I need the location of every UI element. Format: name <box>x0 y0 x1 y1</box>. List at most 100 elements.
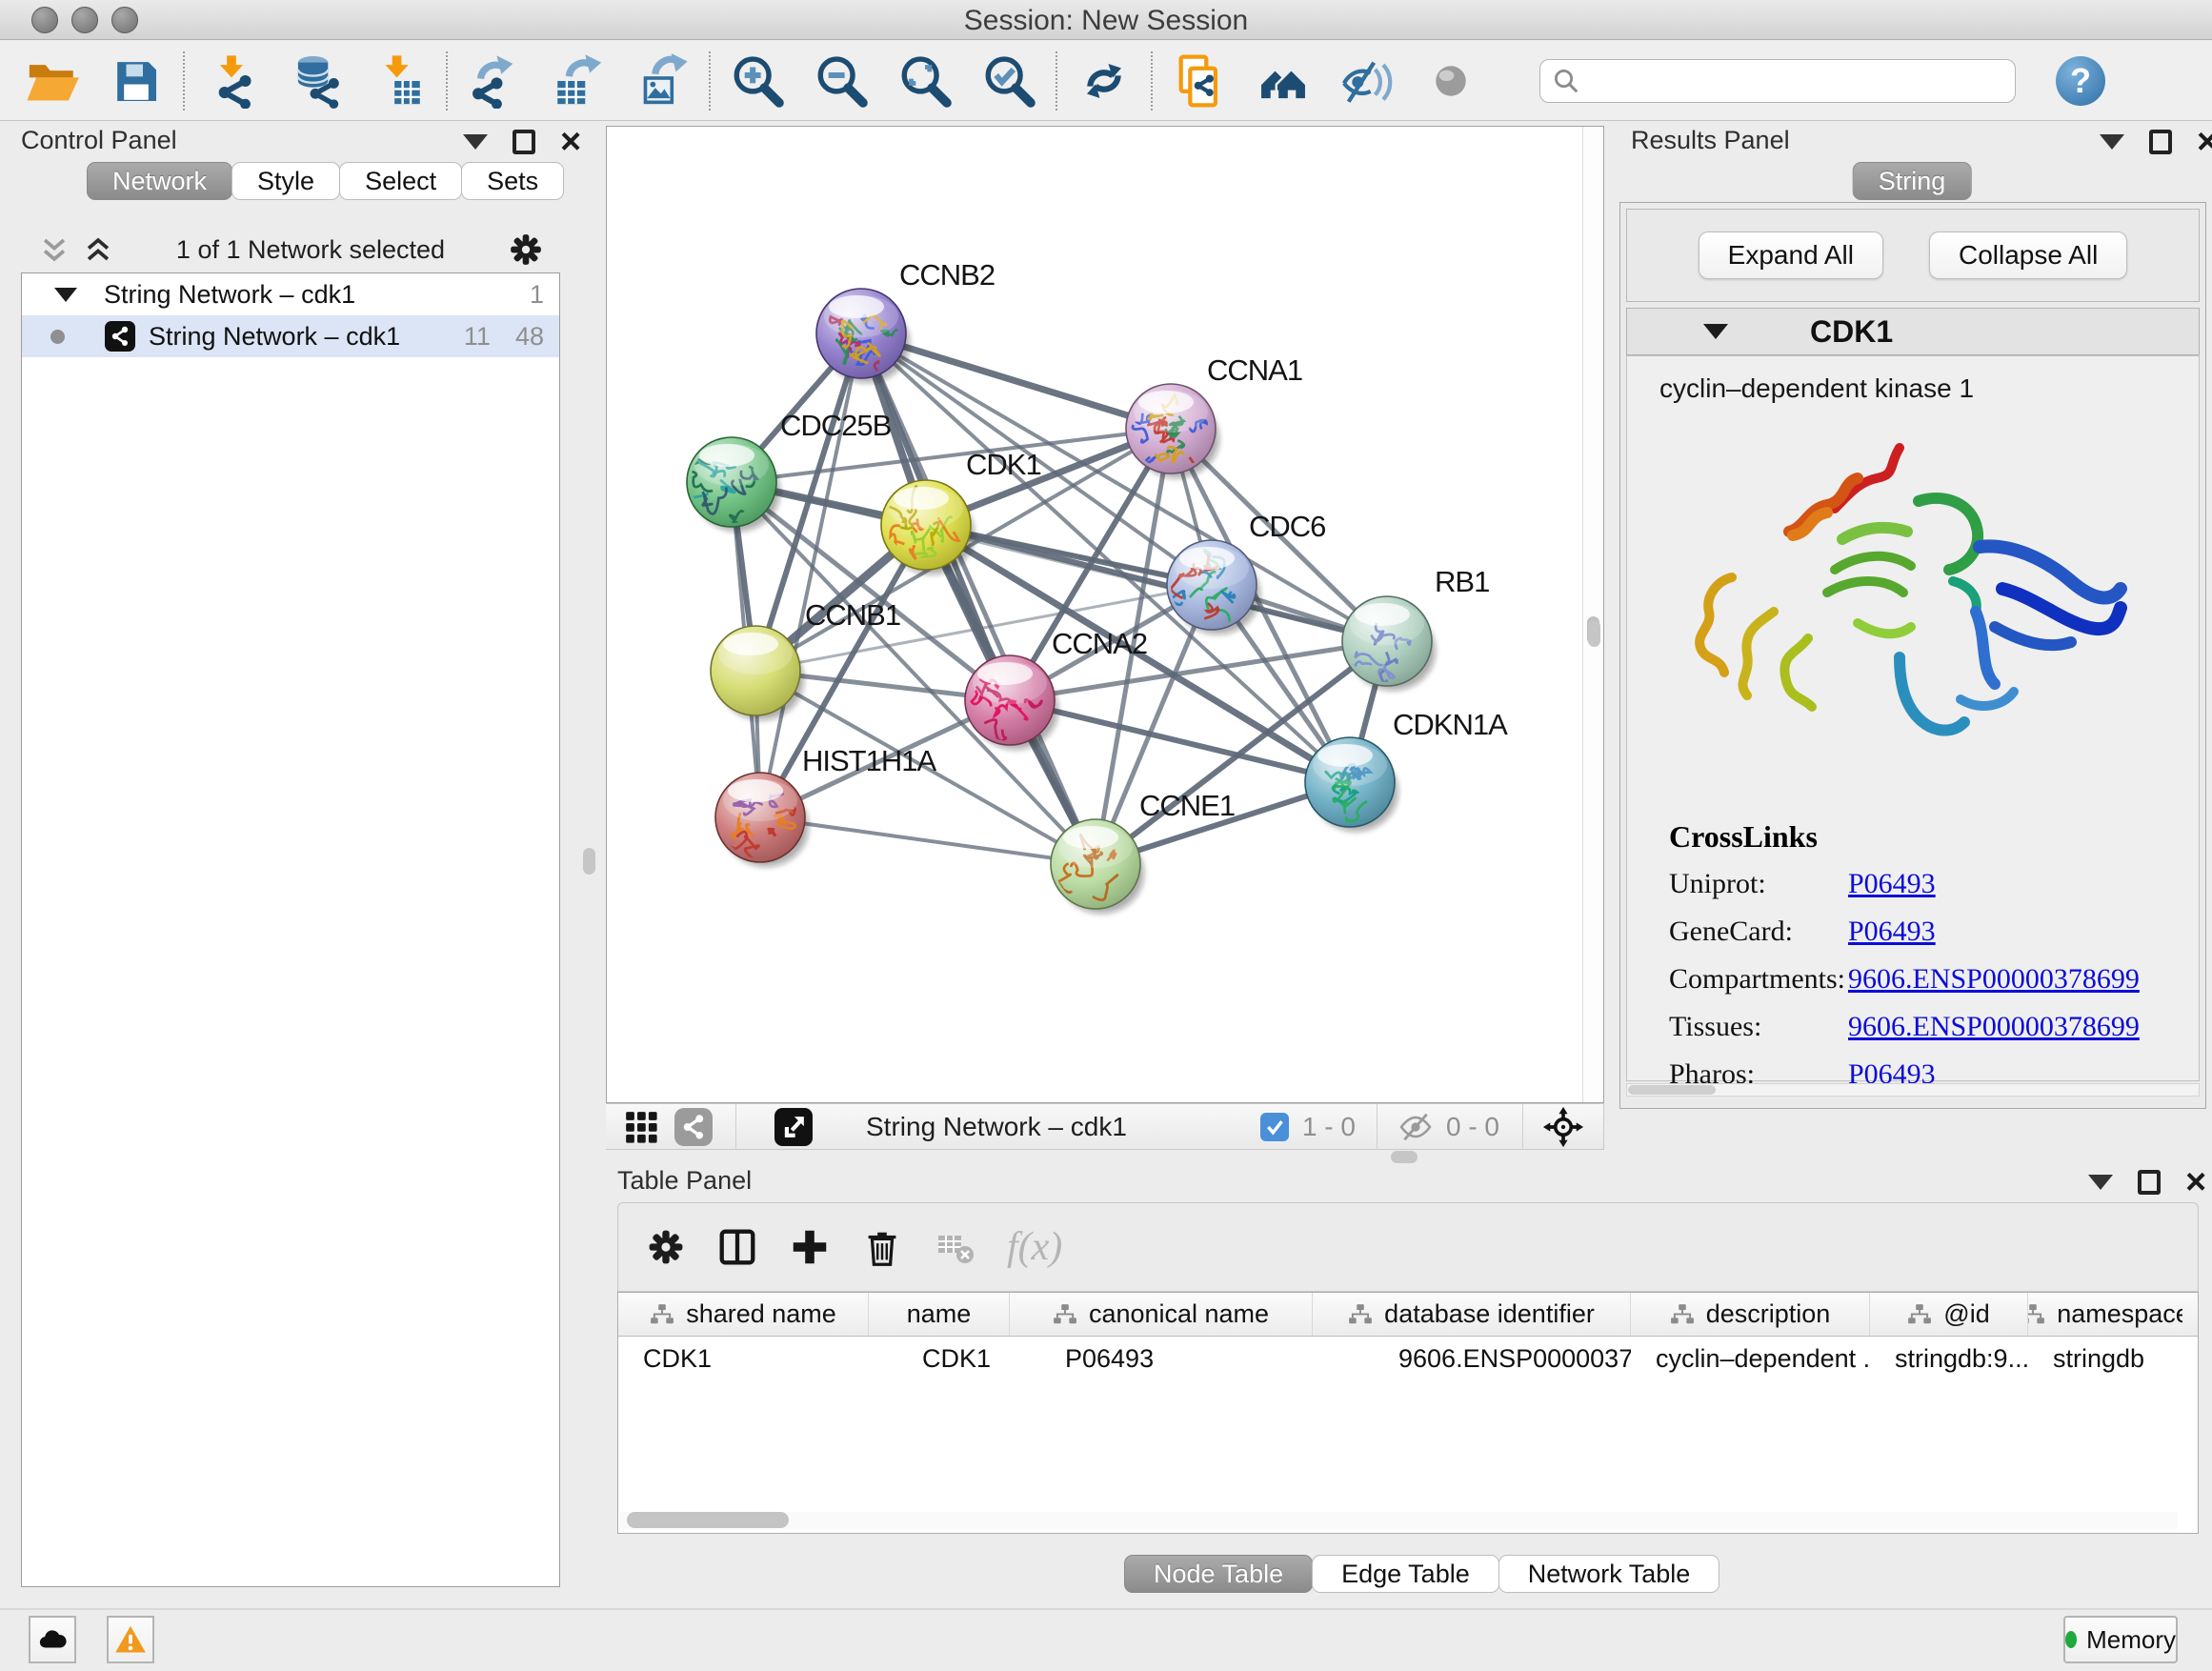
expand-all-networks-icon[interactable] <box>82 233 114 266</box>
save-session-button[interactable] <box>105 50 168 112</box>
open-in-window-icon[interactable] <box>774 1108 813 1146</box>
add-column-icon[interactable] <box>788 1225 832 1269</box>
panel-close-icon[interactable]: × <box>2185 1170 2206 1195</box>
search-input[interactable] <box>1588 66 2003 95</box>
right-splitter-handle[interactable] <box>1588 620 1600 647</box>
tab-string[interactable]: String <box>1853 162 1972 200</box>
zoom-selected-button[interactable] <box>977 50 1040 112</box>
toolbar-separator <box>1056 51 1057 111</box>
help-button[interactable]: ? <box>2056 56 2105 106</box>
tree-expander-icon[interactable] <box>54 288 77 302</box>
panel-close-icon[interactable]: × <box>2197 130 2212 154</box>
tab-edge-table[interactable]: Edge Table <box>1312 1555 1499 1593</box>
network-node-CCNA2[interactable] <box>965 655 1058 750</box>
refresh-icon <box>1078 55 1130 107</box>
node-label-CCNB2: CCNB2 <box>899 258 995 292</box>
export-network-icon <box>467 53 522 109</box>
refresh-button[interactable] <box>1073 50 1136 112</box>
export-table-button[interactable] <box>547 50 610 112</box>
expand-collapse-bar: Expand All Collapse All <box>1626 209 2200 302</box>
results-panel: Results Panel × String Expand All Collap… <box>1614 124 2212 1158</box>
table-horizontal-scrollbar[interactable] <box>619 1512 2178 1529</box>
column-header-shared-name[interactable]: shared name <box>618 1293 869 1336</box>
network-canvas[interactable]: CCNB2CCNA1CDC25BCDK1CDC6RB1CCNB1CCNA2CDK… <box>607 127 1582 1102</box>
collapse-all-networks-icon[interactable] <box>38 233 70 266</box>
column-header-id[interactable]: @id <box>1870 1293 2028 1336</box>
warning-status-button[interactable] <box>107 1616 154 1663</box>
export-image-button[interactable] <box>631 50 694 112</box>
panel-float-icon[interactable] <box>2149 130 2172 154</box>
import-network-button[interactable] <box>200 50 263 112</box>
network-label: String Network – cdk1 <box>149 322 400 352</box>
network-share-gray-icon[interactable] <box>674 1108 713 1146</box>
tab-select[interactable]: Select <box>339 162 462 200</box>
network-node-CDK1[interactable] <box>881 480 975 574</box>
tab-network[interactable]: Network <box>87 162 232 200</box>
memory-button[interactable]: Memory <box>2063 1616 2178 1663</box>
tab-style[interactable]: Style <box>231 162 340 200</box>
duplicate-pages-icon <box>1172 53 1227 109</box>
zoom-in-button[interactable] <box>726 50 789 112</box>
delete-column-trash-icon[interactable] <box>860 1225 904 1269</box>
panel-menu-icon[interactable] <box>2100 134 2124 150</box>
import-table-button[interactable] <box>368 50 431 112</box>
network-node-CDKN1A[interactable] <box>1305 737 1398 832</box>
column-header-canonical-name[interactable]: canonical name <box>1010 1293 1313 1336</box>
crosslink-tissues-link[interactable]: 9606.ENSP00000378699 <box>1848 1011 2140 1043</box>
crosslink-compartments-link[interactable]: 9606.ENSP00000378699 <box>1848 963 2140 996</box>
results-horizontal-scrollbar[interactable] <box>1626 1083 2200 1097</box>
export-network-button[interactable] <box>463 50 526 112</box>
grid-view-icon[interactable] <box>623 1109 659 1145</box>
crosslink-genecard-link[interactable]: P06493 <box>1848 916 1936 948</box>
column-header-description[interactable]: description <box>1631 1293 1870 1336</box>
node-section-header[interactable]: CDK1 <box>1626 308 2200 355</box>
network-node-CDC25B[interactable] <box>674 437 780 532</box>
tab-network-table[interactable]: Network Table <box>1498 1555 1720 1593</box>
zoom-out-button[interactable] <box>810 50 873 112</box>
collapse-all-button[interactable]: Collapse All <box>1929 232 2127 279</box>
network-vertical-scrollbar[interactable] <box>1582 127 1603 1102</box>
column-header-name[interactable]: name <box>869 1293 1010 1336</box>
network-row-selected[interactable]: String Network – cdk1 11 48 <box>22 315 559 357</box>
edge-count: 48 <box>515 322 544 352</box>
panel-close-icon[interactable]: × <box>560 130 581 154</box>
crosslink-uniprot-link[interactable]: P06493 <box>1848 868 1936 900</box>
network-node-RB1[interactable] <box>1342 596 1436 696</box>
tab-sets[interactable]: Sets <box>461 162 564 200</box>
table-settings-gear-icon[interactable] <box>645 1226 687 1268</box>
left-splitter-handle[interactable] <box>583 848 595 875</box>
scrollbar-thumb[interactable] <box>1628 1085 1716 1095</box>
section-collapse-icon[interactable] <box>1703 324 1728 339</box>
duplicate-network-button[interactable] <box>1168 50 1231 112</box>
selected-checkbox-icon[interactable] <box>1260 1113 1289 1141</box>
panel-menu-icon[interactable] <box>2088 1175 2113 1190</box>
panel-float-icon[interactable] <box>2138 1170 2161 1195</box>
show-columns-icon[interactable] <box>715 1225 759 1269</box>
zoom-fit-button[interactable] <box>894 50 956 112</box>
column-header-namespace[interactable]: namespace <box>2028 1293 2182 1336</box>
network-collection-row[interactable]: String Network – cdk1 1 <box>22 273 559 315</box>
bottom-splitter-handle[interactable] <box>1391 1151 1418 1163</box>
cloud-status-button[interactable] <box>29 1616 76 1663</box>
node-label-CDC25B: CDC25B <box>780 409 892 442</box>
scrollbar-thumb[interactable] <box>627 1512 789 1528</box>
houses-button[interactable] <box>1252 50 1315 112</box>
expand-all-button[interactable]: Expand All <box>1699 232 1883 279</box>
birdseye-crosshair-icon[interactable] <box>1542 1106 1584 1148</box>
show-graphics-button[interactable] <box>1419 50 1482 112</box>
network-status-dot <box>50 330 65 344</box>
network-node-CDC6[interactable] <box>1167 540 1260 634</box>
column-header-database-identifier[interactable]: database identifier <box>1313 1293 1631 1336</box>
panel-float-icon[interactable] <box>513 130 535 154</box>
import-network-from-database-button[interactable] <box>284 50 347 112</box>
open-session-button[interactable] <box>21 50 84 112</box>
table-row[interactable]: CDK1 CDK1 P06493 9606.ENSP00000378699 cy… <box>618 1337 2198 1380</box>
hide-labels-button[interactable] <box>1336 50 1398 112</box>
network-node-CCNE1[interactable] <box>1047 819 1144 914</box>
cloud-icon <box>36 1623 69 1656</box>
panel-menu-icon[interactable] <box>463 134 488 150</box>
tab-node-table[interactable]: Node Table <box>1124 1555 1313 1593</box>
cell-canonical-name: P06493 <box>1010 1344 1313 1374</box>
network-options-gear-icon[interactable] <box>507 231 545 269</box>
network-node-HIST1H1A[interactable] <box>715 773 809 867</box>
